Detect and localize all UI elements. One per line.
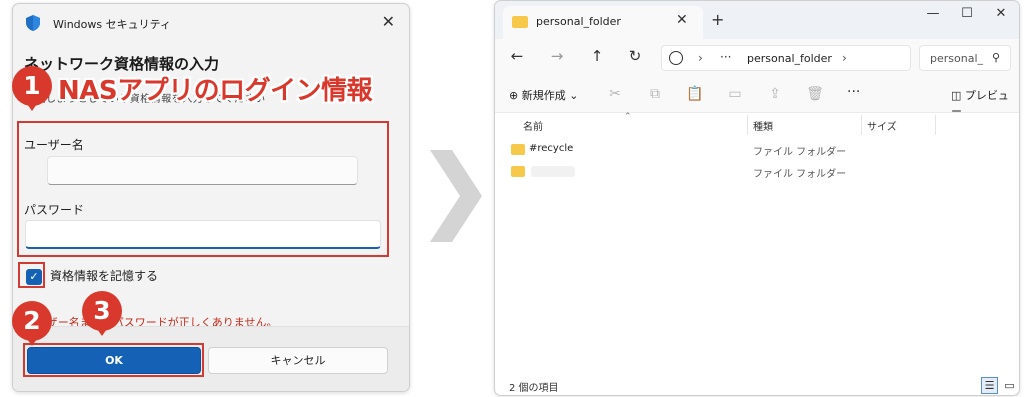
column-divider[interactable] [861, 115, 862, 135]
chevron-right-icon [430, 150, 482, 242]
tiles-view-icon[interactable]: ▭ [1001, 377, 1018, 394]
redacted-file-name [531, 166, 575, 177]
breadcrumb-overflow[interactable]: ··· [720, 50, 731, 64]
password-field[interactable] [25, 220, 381, 249]
column-headers: ⌃ 名前 種類 サイズ [495, 112, 1019, 137]
breadcrumb-separator: › [842, 51, 847, 65]
file-row[interactable]: ファイル フォルダー [495, 161, 1019, 183]
cancel-button[interactable]: キャンセル [208, 347, 388, 374]
ok-button[interactable]: OK [27, 347, 201, 374]
tab-close-icon[interactable]: ✕ [676, 12, 688, 28]
breadcrumb-separator: › [698, 51, 703, 65]
paste-icon[interactable]: 📋 [685, 86, 705, 102]
delete-icon[interactable]: 🗑 [805, 86, 825, 102]
password-label: パスワード [24, 203, 85, 217]
sort-indicator-icon: ⌃ [624, 112, 632, 122]
search-placeholder: personal_ [930, 52, 984, 65]
rename-icon[interactable]: ▭ [725, 86, 745, 102]
column-divider[interactable] [935, 115, 936, 135]
copy-icon[interactable]: ⧉ [645, 86, 665, 102]
search-icon: ⚲ [992, 51, 1001, 64]
command-bar: ⊕ 新規作成 ⌄ ✂ ⧉ 📋 ▭ ⇪ 🗑 ··· ◫ プレビュー [495, 77, 1019, 118]
window-close-button[interactable]: ✕ [991, 6, 1011, 21]
back-button[interactable]: ← [507, 47, 527, 65]
step-badge-2: 2 [12, 301, 52, 346]
remember-label: 資格情報を記憶する [50, 269, 159, 283]
file-explorer-window: personal_folder ✕ + — ☐ ✕ ← → ↑ ↻ › ··· … [494, 0, 1020, 396]
up-button[interactable]: ↑ [587, 47, 607, 65]
close-icon[interactable]: ✕ [382, 13, 395, 31]
globe-icon [669, 51, 683, 65]
share-icon[interactable]: ⇪ [765, 86, 785, 102]
forward-button[interactable]: → [547, 47, 567, 65]
new-tab-button[interactable]: + [711, 10, 724, 29]
search-field[interactable]: personal_ ⚲ [919, 45, 1011, 71]
address-field[interactable]: › ··· personal_folder › [661, 45, 911, 71]
status-bar: 2 個の項目 ☰ ▭ [495, 375, 1019, 395]
folder-icon [512, 16, 528, 28]
tab-bar: personal_folder ✕ + — ☐ ✕ [495, 1, 1019, 39]
refresh-button[interactable]: ↻ [625, 47, 645, 65]
details-view-icon[interactable]: ☰ [981, 377, 998, 394]
shield-icon [26, 15, 40, 31]
dialog-title: Windows セキュリティ [53, 18, 171, 31]
username-field[interactable] [47, 156, 358, 185]
step-badge-1: 1 [12, 66, 52, 111]
column-name[interactable]: 名前 [523, 118, 543, 133]
item-count: 2 個の項目 [509, 383, 559, 394]
more-options-icon[interactable]: ··· [847, 84, 860, 100]
step-1-caption: NASアプリのログイン情報 [58, 76, 373, 106]
file-name: #recycle [529, 143, 574, 154]
file-type: ファイル フォルダー [753, 147, 847, 158]
file-row[interactable]: #recycle ファイル フォルダー [495, 139, 1019, 161]
column-size[interactable]: サイズ [867, 118, 897, 133]
username-label: ユーザー名 [24, 138, 84, 152]
cut-icon[interactable]: ✂ [605, 86, 625, 102]
folder-icon [511, 144, 525, 155]
tab-personal-folder[interactable]: personal_folder ✕ [503, 6, 703, 39]
breadcrumb-current[interactable]: personal_folder [747, 52, 832, 65]
security-dialog: Windows セキュリティ ✕ ネットワーク資格情報の入力 接続しようとしてい… [12, 3, 410, 392]
folder-icon [511, 166, 525, 177]
minimize-button[interactable]: — [923, 6, 943, 21]
address-bar: ← → ↑ ↻ › ··· personal_folder › personal… [495, 39, 1019, 77]
remember-checkbox[interactable]: ✓ [26, 269, 42, 285]
column-type[interactable]: 種類 [753, 118, 773, 133]
tab-title: personal_folder [536, 15, 621, 28]
column-divider[interactable] [747, 115, 748, 135]
dialog-titlebar: Windows セキュリティ ✕ [13, 4, 409, 42]
new-button[interactable]: ⊕ 新規作成 ⌄ [509, 87, 578, 103]
step-badge-3: 3 [82, 291, 122, 336]
file-type: ファイル フォルダー [753, 169, 847, 180]
maximize-button[interactable]: ☐ [957, 6, 977, 21]
